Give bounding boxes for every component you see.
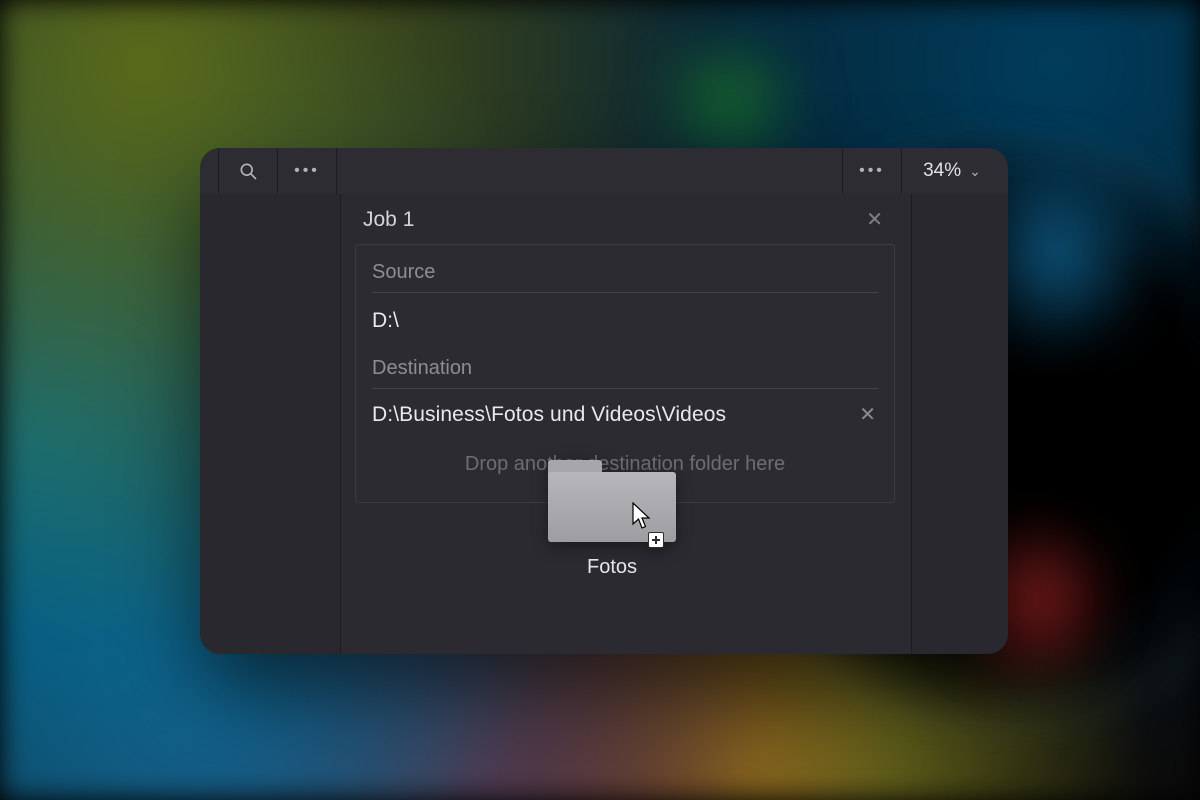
close-icon: ✕	[866, 209, 883, 231]
zoom-value: 34%	[923, 160, 961, 182]
clone-tool-window: ••• ••• 34% ⌄ Job 1 ✕ Source D:\ Destina…	[200, 148, 1008, 654]
destination-label: Destination	[372, 351, 878, 389]
remove-destination-button[interactable]: ✕	[857, 405, 878, 425]
destination-path[interactable]: D:\Business\Fotos und Videos\Videos	[372, 403, 726, 427]
chevron-down-icon: ⌄	[969, 163, 981, 180]
job-panel: Job 1 ✕ Source D:\ Destination D:\Busine…	[340, 194, 912, 654]
job-title: Job 1	[363, 208, 414, 232]
toolbar-leading-stub	[200, 148, 219, 194]
search-icon	[238, 161, 258, 181]
search-button[interactable]	[219, 148, 278, 194]
job-header: Job 1 ✕	[341, 194, 911, 242]
more-options-right[interactable]: •••	[843, 148, 902, 194]
job-card: Source D:\ Destination D:\Business\Fotos…	[355, 244, 895, 503]
close-job-button[interactable]: ✕	[862, 208, 887, 232]
toolbar: ••• ••• 34% ⌄	[200, 148, 1008, 194]
close-icon: ✕	[859, 404, 876, 426]
toolbar-center	[337, 148, 843, 194]
wallpaper-blob	[640, 40, 820, 160]
source-path[interactable]: D:\	[372, 293, 878, 351]
source-label: Source	[372, 255, 878, 293]
more-options-left[interactable]: •••	[278, 148, 337, 194]
drop-destination-hint[interactable]: Drop another destination folder here	[372, 437, 878, 476]
destination-row: D:\Business\Fotos und Videos\Videos ✕	[372, 389, 878, 437]
zoom-dropdown[interactable]: 34% ⌄	[902, 148, 1008, 194]
